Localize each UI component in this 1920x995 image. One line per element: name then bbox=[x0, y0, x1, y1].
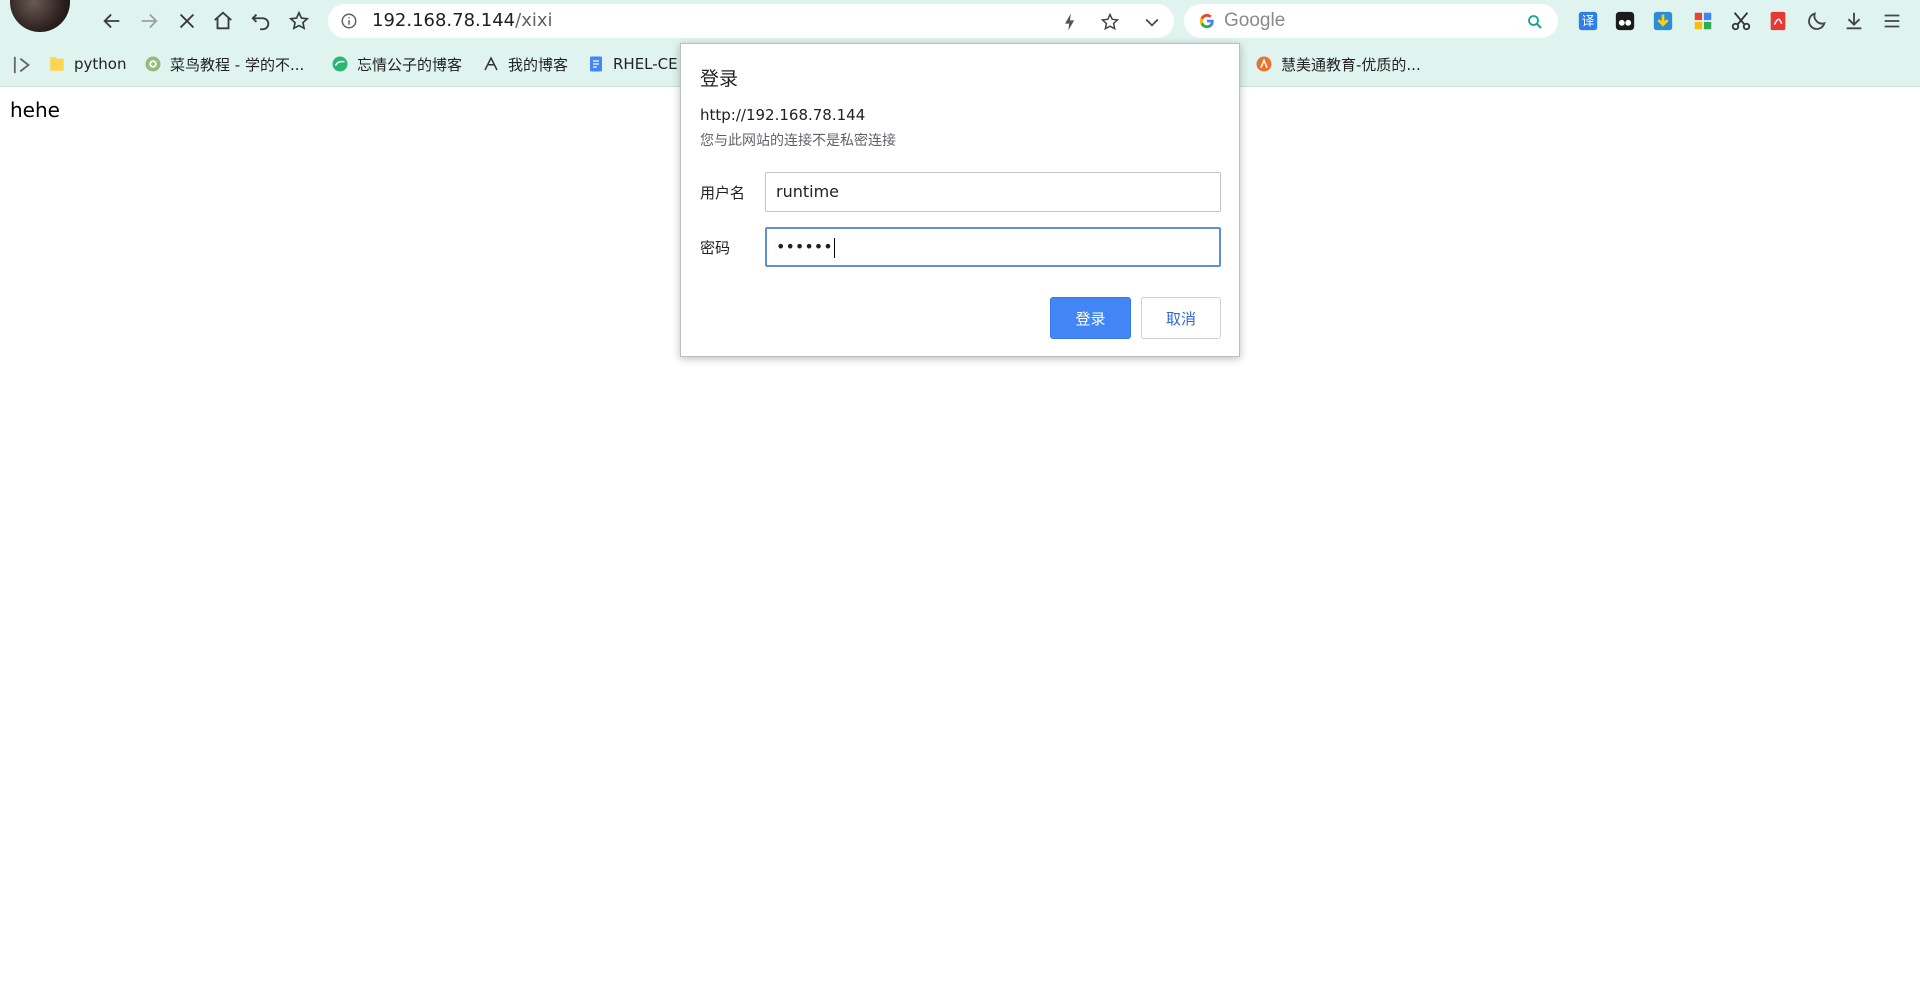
stop-button[interactable] bbox=[172, 6, 202, 36]
undo-icon bbox=[251, 13, 270, 31]
url-text[interactable]: 192.168.78.144/xixi bbox=[372, 4, 553, 38]
bookmark-item[interactable]: RHEL-CE bbox=[587, 51, 680, 77]
scissors-icon bbox=[1731, 12, 1751, 31]
browser-toolbar: 192.168.78.144/xixi Google 译 bbox=[0, 0, 1920, 42]
star-icon bbox=[288, 10, 310, 30]
address-bar[interactable]: 192.168.78.144/xixi bbox=[328, 4, 1174, 38]
login-button[interactable]: 登录 bbox=[1050, 297, 1131, 339]
text-caret bbox=[833, 237, 835, 258]
google-icon bbox=[1199, 13, 1214, 29]
url-path: /xixi bbox=[515, 10, 553, 31]
password-value: •••••• bbox=[776, 237, 833, 256]
info-icon[interactable] bbox=[340, 12, 358, 30]
tampermonkey-icon bbox=[1615, 11, 1635, 31]
forward-button[interactable] bbox=[134, 6, 164, 36]
url-host: 192.168.78.144 bbox=[372, 10, 516, 31]
bookmark-item[interactable]: 忘情公子的博客 bbox=[331, 51, 462, 77]
download-extension-button[interactable] bbox=[1651, 9, 1675, 33]
cancel-button[interactable]: 取消 bbox=[1141, 297, 1221, 339]
downloads-button[interactable] bbox=[1842, 9, 1866, 33]
username-label: 用户名 bbox=[700, 184, 746, 202]
apps-extension-button[interactable] bbox=[1691, 9, 1715, 33]
pdf-extension-button[interactable] bbox=[1766, 9, 1790, 33]
username-field[interactable]: runtime bbox=[765, 172, 1221, 212]
username-value: runtime bbox=[776, 182, 840, 201]
favorites-button[interactable] bbox=[284, 6, 314, 36]
bookmark-label: 我的博客 bbox=[508, 55, 569, 74]
bookmark-label: 菜鸟教程 - 学的不... bbox=[170, 55, 305, 74]
forward-arrow-icon bbox=[141, 13, 158, 29]
grid-icon bbox=[1694, 12, 1712, 30]
bookmark-label: python bbox=[74, 55, 127, 73]
download-icon bbox=[1846, 12, 1862, 30]
edu-icon bbox=[1256, 56, 1272, 72]
screenshot-extension-button[interactable] bbox=[1729, 9, 1753, 33]
lightning-icon[interactable] bbox=[1060, 12, 1080, 32]
page-body-text: hehe bbox=[10, 98, 60, 122]
night-mode-button[interactable] bbox=[1805, 9, 1829, 33]
bookmark-label: 慧美通教育-优质的... bbox=[1281, 55, 1421, 74]
bookmark-item[interactable]: 慧美通教育-优质的... bbox=[1255, 51, 1421, 77]
doc-icon bbox=[590, 56, 602, 72]
bookmark-label: 忘情公子的博客 bbox=[357, 55, 463, 74]
pdf-icon bbox=[1770, 11, 1786, 31]
home-icon bbox=[214, 11, 232, 30]
tampermonkey-extension-button[interactable] bbox=[1613, 9, 1637, 33]
search-box[interactable]: Google bbox=[1184, 4, 1558, 38]
translate-extension-button[interactable]: 译 bbox=[1576, 9, 1600, 33]
chevron-down-icon[interactable] bbox=[1142, 12, 1162, 32]
menu-button[interactable] bbox=[1880, 9, 1904, 33]
dialog-title: 登录 bbox=[700, 68, 739, 90]
search-icon[interactable] bbox=[1526, 13, 1544, 31]
blog-icon bbox=[484, 56, 498, 71]
undo-button[interactable] bbox=[246, 6, 276, 36]
close-icon bbox=[179, 13, 195, 29]
password-field[interactable]: •••••• bbox=[765, 227, 1221, 267]
bookmark-item[interactable]: 我的博客 bbox=[482, 51, 568, 77]
home-button[interactable] bbox=[208, 6, 238, 36]
profile-avatar[interactable] bbox=[10, 0, 70, 32]
login-dialog: 登录 http://192.168.78.144 您与此网站的连接不是私密连接 … bbox=[680, 43, 1240, 357]
blog-icon bbox=[332, 56, 348, 72]
search-placeholder: Google bbox=[1224, 10, 1286, 31]
download-arrow-icon bbox=[1653, 11, 1673, 31]
moon-icon bbox=[1808, 12, 1826, 30]
sidebar-toggle-icon[interactable] bbox=[12, 55, 34, 75]
svg-text:译: 译 bbox=[1582, 15, 1595, 30]
back-arrow-icon bbox=[103, 13, 120, 29]
translate-icon: 译 bbox=[1578, 11, 1598, 31]
bookmark-label: RHEL-CE bbox=[613, 55, 678, 73]
bookmark-item[interactable]: 菜鸟教程 - 学的不... bbox=[144, 51, 304, 77]
folder-icon bbox=[50, 57, 64, 71]
runoob-icon bbox=[145, 56, 161, 72]
hamburger-menu-icon bbox=[1884, 14, 1900, 28]
back-button[interactable] bbox=[97, 6, 127, 36]
bookmark-star-icon[interactable] bbox=[1100, 12, 1120, 32]
bookmark-item[interactable]: python bbox=[48, 51, 126, 77]
password-label: 密码 bbox=[700, 239, 731, 257]
dialog-origin: http://192.168.78.144 bbox=[700, 106, 866, 124]
connection-warning: 您与此网站的连接不是私密连接 bbox=[700, 133, 896, 149]
